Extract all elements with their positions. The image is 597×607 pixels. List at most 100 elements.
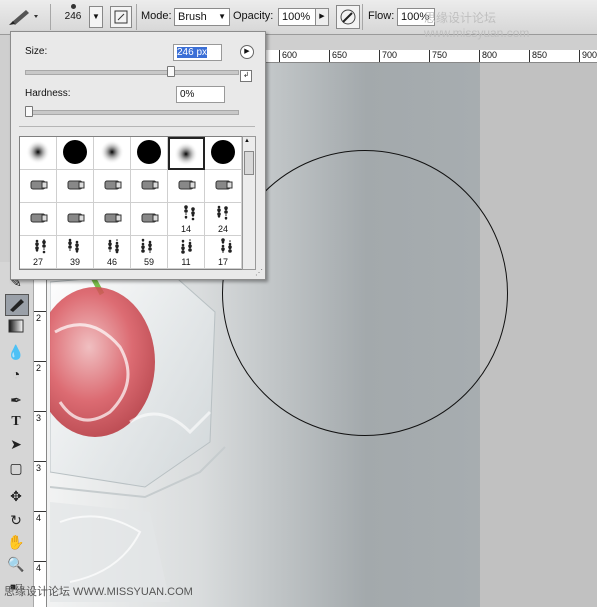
brush-preset-cell[interactable] bbox=[57, 137, 94, 170]
splat-brush-tip-icon bbox=[180, 239, 192, 254]
ruler-label: 600 bbox=[282, 50, 298, 60]
brush-preset-cell[interactable] bbox=[20, 137, 57, 170]
brush-preset-cell[interactable]: 39 bbox=[57, 236, 94, 269]
brush-preset-cell[interactable] bbox=[168, 137, 205, 170]
brush-size-value: 246 bbox=[64, 11, 82, 22]
bottom-watermark-text: 思缘设计论坛 WWW.MISSYUAN.COM bbox=[4, 586, 193, 598]
mode-label: Mode: bbox=[141, 10, 172, 22]
path-selection-tool-icon[interactable]: ➤ bbox=[5, 434, 27, 454]
ruler-label: 4 bbox=[36, 563, 42, 573]
3d-rotate-tool-icon[interactable]: ✥ bbox=[5, 486, 27, 506]
brush-panel-toggle-icon[interactable] bbox=[110, 6, 132, 28]
brush-tool-preset-icon[interactable] bbox=[4, 6, 44, 28]
hardness-slider-thumb[interactable] bbox=[25, 106, 33, 117]
brush-preset-cell[interactable]: 46 bbox=[94, 236, 131, 269]
brush-preset-cell[interactable] bbox=[205, 170, 242, 203]
tip-brush-tip-icon bbox=[215, 180, 232, 190]
splat-brush-tip-icon bbox=[216, 205, 228, 220]
hardness-slider-track[interactable] bbox=[25, 110, 239, 115]
brush-preset-cell[interactable] bbox=[57, 203, 94, 236]
pen-tool-icon[interactable]: ✒ bbox=[5, 390, 27, 410]
tip-brush-tip-icon bbox=[141, 180, 158, 190]
brush-preset-cell[interactable]: 27 bbox=[20, 236, 57, 269]
brush-size-number: 59 bbox=[143, 257, 154, 267]
splat-brush-tip-icon bbox=[140, 238, 152, 253]
brush-preset-picker[interactable]: 246 bbox=[58, 2, 88, 32]
mode-select[interactable]: Brush ▼ bbox=[174, 8, 230, 26]
brush-preset-cell[interactable] bbox=[131, 170, 168, 203]
size-slider-track[interactable] bbox=[25, 70, 239, 75]
size-slider-thumb[interactable] bbox=[167, 66, 176, 77]
brush-preset-cell[interactable]: 17 bbox=[205, 236, 242, 269]
hard-brush-tip-icon bbox=[210, 140, 235, 164]
hard-brush-tip-icon bbox=[62, 140, 87, 164]
scroll-thumb[interactable] bbox=[244, 151, 254, 175]
tip-brush-tip-icon bbox=[67, 213, 84, 223]
brush-preset-cell[interactable] bbox=[57, 170, 94, 203]
3d-orbit-tool-icon[interactable]: ↻ bbox=[5, 510, 27, 530]
zoom-tool-icon[interactable]: 🔍 bbox=[5, 554, 27, 574]
brush-preset-cell[interactable]: 59 bbox=[131, 236, 168, 269]
ruler-label: 850 bbox=[532, 50, 548, 60]
hardness-label: Hardness: bbox=[25, 88, 71, 99]
pen-pressure-opacity-icon[interactable] bbox=[336, 5, 360, 29]
brush-preset-dropdown-button[interactable]: ▼ bbox=[89, 6, 103, 28]
brush-preset-cell[interactable]: 14 bbox=[168, 203, 205, 236]
splat-brush-tip-icon bbox=[220, 238, 232, 253]
tip-brush-tip-icon bbox=[104, 213, 121, 223]
tip-brush-tip-icon bbox=[30, 180, 47, 190]
preset-scrollbar[interactable]: ▲ bbox=[242, 136, 256, 270]
opacity-input[interactable]: 100% bbox=[278, 8, 316, 26]
dodge-tool-icon[interactable]: ◔ bbox=[5, 364, 27, 384]
options-bar: 246 ▼ Mode: Brush ▼ Opacity: 100% ▶ Flow… bbox=[0, 0, 597, 40]
brush-preset-cell[interactable] bbox=[94, 170, 131, 203]
soft-brush-tip-icon bbox=[174, 142, 198, 166]
scroll-up-icon[interactable]: ▲ bbox=[244, 138, 250, 144]
brush-preset-cell[interactable] bbox=[205, 137, 242, 170]
divider bbox=[19, 126, 255, 127]
opacity-label: Opacity: bbox=[233, 10, 274, 22]
ruler-label: 650 bbox=[332, 50, 348, 60]
splat-brush-tip-icon bbox=[34, 239, 46, 254]
gradient-tool-icon[interactable] bbox=[5, 318, 27, 338]
brush-preset-cell[interactable] bbox=[20, 203, 57, 236]
splat-brush-tip-icon bbox=[107, 239, 119, 254]
hard-brush-tip-icon bbox=[136, 140, 161, 164]
brush-tool-icon[interactable] bbox=[5, 294, 29, 316]
brush-size-number: 14 bbox=[180, 224, 191, 234]
brush-preset-cell[interactable] bbox=[131, 137, 168, 170]
blur-tool-icon[interactable]: 💧 bbox=[5, 342, 27, 362]
brush-preset-cell[interactable] bbox=[168, 170, 205, 203]
ruler-label: 2 bbox=[36, 363, 42, 373]
new-preset-icon[interactable]: ↲ bbox=[240, 70, 252, 82]
opacity-value: 100% bbox=[282, 11, 311, 23]
size-input[interactable]: 246 px bbox=[173, 44, 222, 61]
brush-preset-cell[interactable]: 24 bbox=[205, 203, 242, 236]
brush-preset-cell[interactable]: 11 bbox=[168, 236, 205, 269]
hardness-input[interactable]: 0% bbox=[176, 86, 225, 103]
hand-tool-icon[interactable]: ✋ bbox=[5, 532, 27, 552]
tip-brush-tip-icon bbox=[30, 213, 47, 223]
ruler-label: 4 bbox=[36, 513, 42, 523]
separator bbox=[136, 4, 137, 30]
resize-grip-icon[interactable]: ⋰ bbox=[255, 268, 263, 277]
brush-size-number: 11 bbox=[181, 257, 191, 267]
opacity-slider-button[interactable]: ▶ bbox=[315, 8, 329, 26]
splat-brush-tip-icon bbox=[67, 238, 79, 253]
panel-menu-button[interactable]: ▶ bbox=[240, 45, 254, 59]
type-tool-icon[interactable]: T bbox=[5, 412, 27, 432]
tip-brush-tip-icon bbox=[178, 180, 195, 190]
brush-preset-cell[interactable] bbox=[94, 203, 131, 236]
separator bbox=[362, 4, 363, 30]
brush-preset-cell[interactable] bbox=[131, 203, 168, 236]
brush-preset-cell[interactable] bbox=[94, 137, 131, 170]
brush-preset-grid: 14 24 27 39 46 59 11 17 bbox=[19, 136, 243, 270]
flow-label: Flow: bbox=[368, 10, 395, 22]
soft-brush-tip-icon bbox=[99, 140, 124, 164]
brush-tip-icon bbox=[70, 4, 76, 9]
ruler-label: 3 bbox=[36, 463, 42, 473]
hardness-value: 0% bbox=[180, 89, 195, 100]
brush-preset-cell[interactable] bbox=[20, 170, 57, 203]
shape-tool-icon[interactable]: ▢ bbox=[5, 458, 27, 478]
ruler-label: 700 bbox=[382, 50, 398, 60]
